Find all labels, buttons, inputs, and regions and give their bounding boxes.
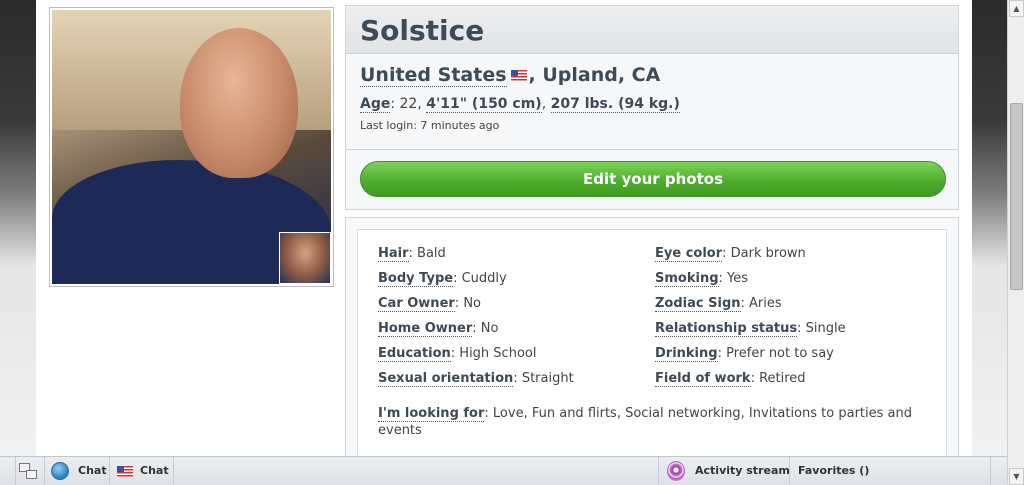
photo-face [180,28,298,178]
detail-zodiac-sign: Zodiac Sign: Aries [655,296,782,312]
left-side-panel [0,0,36,485]
scroll-up-icon[interactable]: ▲ [1009,0,1024,17]
bottom-toolbar: Chat Chat Activity stream Favorites () [0,456,1007,485]
age-value: : 22, [390,96,427,112]
photo-thumbnail[interactable] [279,232,331,284]
chat-us-button[interactable]: Chat [110,457,174,485]
details-box: Hair: Bald Body Type: Cuddly Car Owner: … [357,229,947,456]
detail-education: Education: High School [378,346,537,362]
weight-value: 207 lbs. (94 kg.) [550,96,680,113]
podcast-icon [667,461,685,481]
bottom-bar-end [990,457,1007,485]
name-bar: Solstice [346,6,958,54]
detail-body-type: Body Type: Cuddly [378,271,507,287]
profile-location: United States , Upland, CA [360,64,661,87]
detail-eye-color: Eye color: Dark brown [655,246,806,262]
activity-stream-button[interactable]: Activity stream [658,457,790,485]
detail-looking-for: I'm looking for: Love, Fun and flirts, S… [378,406,912,438]
chat-global-label: Chat [78,464,107,477]
detail-drinking: Drinking: Prefer not to say [655,346,834,362]
us-flag-icon [117,466,133,477]
us-flag-icon [510,70,527,81]
bottom-bar-edge [0,457,16,485]
detail-smoking: Smoking: Yes [655,271,749,287]
last-login: Last login: 7 minutes ago [360,119,500,132]
detail-home-owner: Home Owner: No [378,321,499,337]
city-state: , Upland, CA [528,64,661,86]
header-divider [346,149,958,150]
scroll-down-icon[interactable]: ▼ [1009,468,1024,485]
right-side-panel [972,0,1007,485]
profile-photo[interactable] [49,7,334,287]
age-label: Age [360,96,391,113]
windows-icon [19,463,39,481]
stats-separator: , [541,96,551,112]
detail-relationship-status: Relationship status: Single [655,321,846,337]
detail-field-of-work: Field of work: Retired [655,371,806,387]
profile-name: Solstice [360,14,485,47]
profile-header-panel: Solstice United States , Upland, CA Age: … [345,5,959,210]
edit-photos-button[interactable]: Edit your photos [360,161,946,197]
detail-sexual-orientation: Sexual orientation: Straight [378,371,574,387]
vertical-scrollbar[interactable]: ▲ ▼ [1007,0,1024,485]
profile-photo-image [52,10,331,284]
details-panel: Hair: Bald Body Type: Cuddly Car Owner: … [345,217,959,456]
favorites-label: Favorites () [798,464,870,477]
chat-us-label: Chat [140,464,169,477]
country-link[interactable]: United States [360,64,507,87]
activity-stream-label: Activity stream [695,464,790,477]
windows-button[interactable] [16,457,45,485]
scroll-thumb[interactable] [1010,103,1023,290]
detail-hair: Hair: Bald [378,246,446,262]
chat-global-button[interactable]: Chat [45,457,110,485]
height-value: 4'11" (150 cm) [426,96,542,113]
detail-car-owner: Car Owner: No [378,296,481,312]
globe-icon [51,462,69,480]
profile-stats: Age: 22, 4'11" (150 cm), 207 lbs. (94 kg… [360,96,680,113]
favorites-button[interactable]: Favorites () [790,457,990,485]
